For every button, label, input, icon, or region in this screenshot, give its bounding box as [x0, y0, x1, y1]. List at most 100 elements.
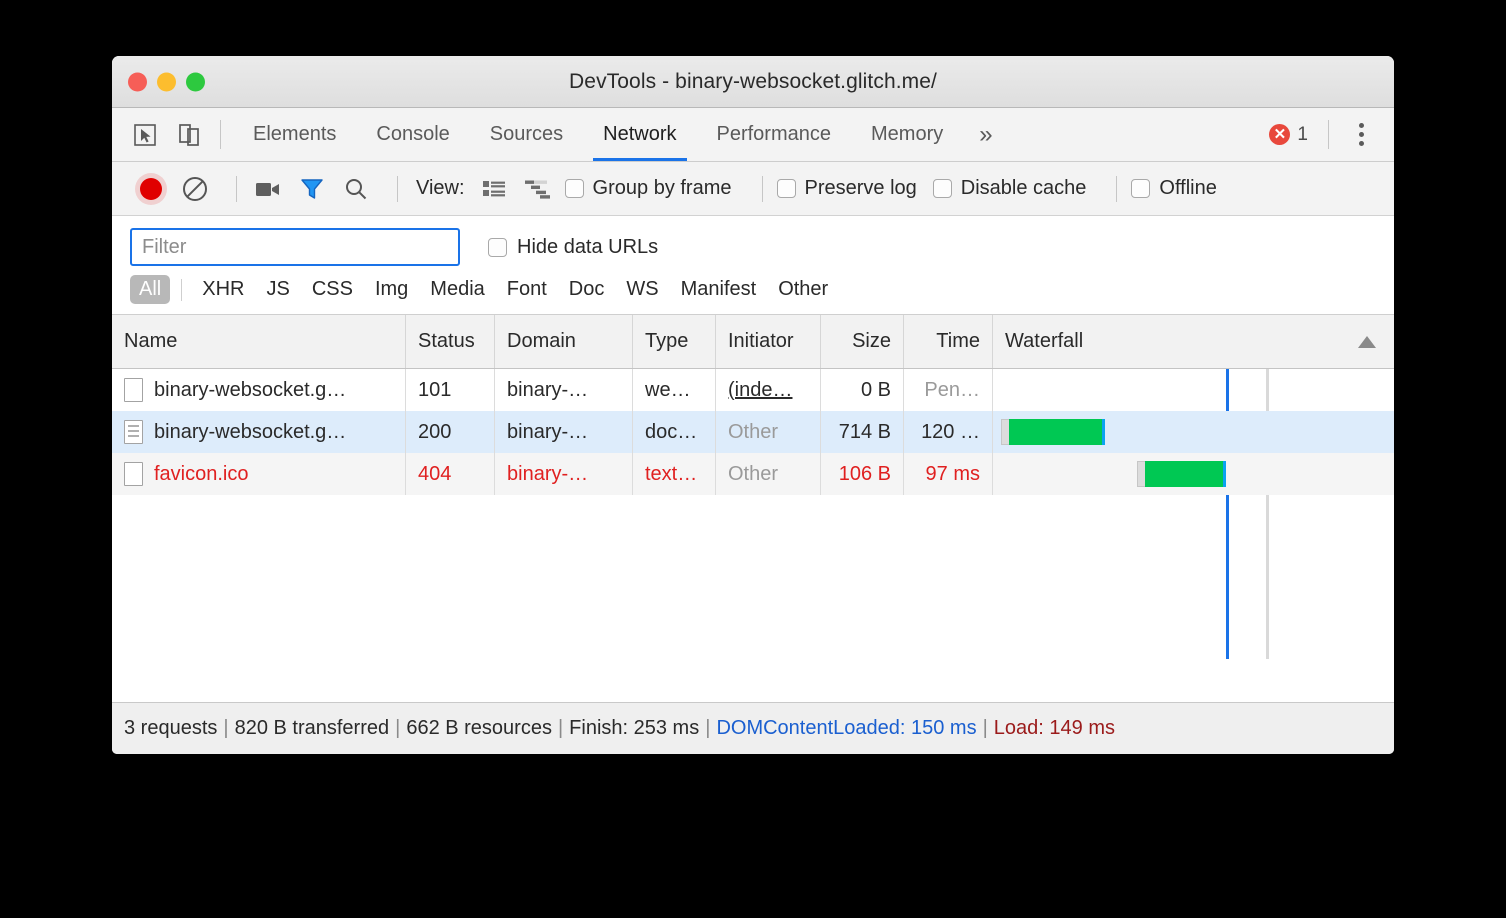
request-name: binary-websocket.g…: [154, 421, 346, 444]
waterfall-bar[interactable]: [1137, 461, 1225, 487]
column-header-type[interactable]: Type: [633, 315, 716, 368]
preserve-log-checkbox[interactable]: Preserve log: [777, 177, 917, 200]
column-header-name[interactable]: Name: [112, 315, 406, 368]
column-header-initiator[interactable]: Initiator: [716, 315, 821, 368]
column-header-waterfall[interactable]: Waterfall: [993, 315, 1394, 368]
table-row[interactable]: binary-websocket.g… 200 binary-… doc… Ot…: [112, 411, 1394, 453]
camera-filmstrip-icon[interactable]: [251, 172, 285, 206]
waterfall-view-icon[interactable]: [521, 172, 555, 206]
column-header-status[interactable]: Status: [406, 315, 495, 368]
type-filter-all[interactable]: All: [130, 275, 170, 304]
group-by-frame-checkbox[interactable]: Group by frame: [565, 177, 732, 200]
tabbar-right-group: ✕ 1: [1261, 108, 1394, 161]
checkbox-label: Hide data URLs: [517, 236, 658, 259]
checkbox-label: Offline: [1159, 177, 1216, 200]
filter-row: Hide data URLs: [112, 228, 1394, 266]
tab-performance[interactable]: Performance: [697, 108, 852, 161]
error-count: 1: [1297, 124, 1308, 146]
devtools-tabbar: Elements Console Sources Network Perform…: [112, 108, 1394, 162]
window-controls: [128, 72, 205, 91]
filter-input[interactable]: [130, 228, 460, 266]
type-filter-media[interactable]: Media: [421, 275, 493, 304]
tab-console[interactable]: Console: [356, 108, 469, 161]
type-filter-xhr[interactable]: XHR: [193, 275, 253, 304]
cell-initiator[interactable]: (inde…: [716, 369, 821, 411]
blank-document-icon: [124, 378, 143, 402]
error-badge[interactable]: ✕ 1: [1261, 124, 1316, 146]
cell-status: 101: [406, 369, 495, 411]
summary-separator: |: [705, 717, 710, 740]
kebab-menu-icon[interactable]: [1341, 123, 1380, 146]
cell-initiator: Other: [716, 411, 821, 453]
hide-data-urls-checkbox[interactable]: Hide data URLs: [488, 236, 658, 259]
column-header-label: Waterfall: [1005, 330, 1083, 353]
checkbox-label: Disable cache: [961, 177, 1087, 200]
more-tabs-chevron-icon[interactable]: »: [963, 108, 1008, 161]
type-filter-doc[interactable]: Doc: [560, 275, 614, 304]
summary-load: Load: 149 ms: [994, 717, 1115, 740]
minimize-window-button[interactable]: [157, 72, 176, 91]
column-header-size[interactable]: Size: [821, 315, 904, 368]
cell-time: 97 ms: [904, 453, 993, 495]
cell-waterfall: [993, 411, 1394, 453]
record-button-icon[interactable]: [134, 172, 168, 206]
type-filter-divider: [181, 279, 182, 301]
checkbox-box: [933, 179, 952, 198]
toolbar-divider-1: [236, 176, 237, 202]
cell-status: 200: [406, 411, 495, 453]
type-filter-font[interactable]: Font: [498, 275, 556, 304]
type-filter-ws[interactable]: WS: [617, 275, 667, 304]
cell-initiator: Other: [716, 453, 821, 495]
table-row[interactable]: binary-websocket.g… 101 binary-… we… (in…: [112, 369, 1394, 411]
cell-domain: binary-…: [495, 411, 633, 453]
cell-name: favicon.ico: [112, 453, 406, 495]
tab-label: Sources: [490, 123, 563, 146]
checkbox-label: Preserve log: [805, 177, 917, 200]
cell-name: binary-websocket.g…: [112, 369, 406, 411]
toolbar-divider-3: [762, 176, 763, 202]
magnifier-search-icon[interactable]: [339, 172, 373, 206]
type-filter-manifest[interactable]: Manifest: [672, 275, 766, 304]
list-view-icon[interactable]: [477, 172, 511, 206]
cell-waterfall: [993, 453, 1394, 495]
cell-type: we…: [633, 369, 716, 411]
cell-domain: binary-…: [495, 453, 633, 495]
requests-table: Name Status Domain Type Initiator Size T…: [112, 314, 1394, 659]
type-filter-js[interactable]: JS: [257, 275, 298, 304]
request-name: favicon.ico: [154, 463, 249, 486]
tab-memory[interactable]: Memory: [851, 108, 963, 161]
close-window-button[interactable]: [128, 72, 147, 91]
clear-no-entry-icon[interactable]: [178, 172, 212, 206]
cell-domain: binary-…: [495, 369, 633, 411]
device-toolbar-icon[interactable]: [174, 120, 204, 150]
cell-type: text…: [633, 453, 716, 495]
funnel-filter-icon[interactable]: [295, 172, 329, 206]
cell-waterfall: [993, 369, 1394, 411]
type-filter-css[interactable]: CSS: [303, 275, 362, 304]
disable-cache-checkbox[interactable]: Disable cache: [933, 177, 1087, 200]
offline-checkbox[interactable]: Offline: [1131, 177, 1216, 200]
panel-tabs: Elements Console Sources Network Perform…: [233, 108, 963, 161]
column-header-time[interactable]: Time: [904, 315, 993, 368]
zoom-window-button[interactable]: [186, 72, 205, 91]
text-document-icon: [124, 420, 143, 444]
column-header-domain[interactable]: Domain: [495, 315, 633, 368]
cell-time: 120 …: [904, 411, 993, 453]
table-row[interactable]: favicon.ico 404 binary-… text… Other 106…: [112, 453, 1394, 495]
tab-label: Memory: [871, 123, 943, 146]
summary-requests: 3 requests: [124, 717, 217, 740]
type-filter-img[interactable]: Img: [366, 275, 417, 304]
checkbox-box: [565, 179, 584, 198]
type-filter-other[interactable]: Other: [769, 275, 837, 304]
request-name: binary-websocket.g…: [154, 379, 346, 402]
toolbar-divider-2: [397, 176, 398, 202]
tab-network[interactable]: Network: [583, 108, 696, 161]
tab-sources[interactable]: Sources: [470, 108, 583, 161]
window-title: DevTools - binary-websocket.glitch.me/: [112, 70, 1394, 94]
tab-elements[interactable]: Elements: [233, 108, 356, 161]
waterfall-bar[interactable]: [1001, 419, 1105, 445]
checkbox-box: [1131, 179, 1150, 198]
initiator-link[interactable]: (inde…: [728, 379, 792, 402]
summary-finish: Finish: 253 ms: [569, 717, 699, 740]
inspect-cursor-icon[interactable]: [130, 120, 160, 150]
